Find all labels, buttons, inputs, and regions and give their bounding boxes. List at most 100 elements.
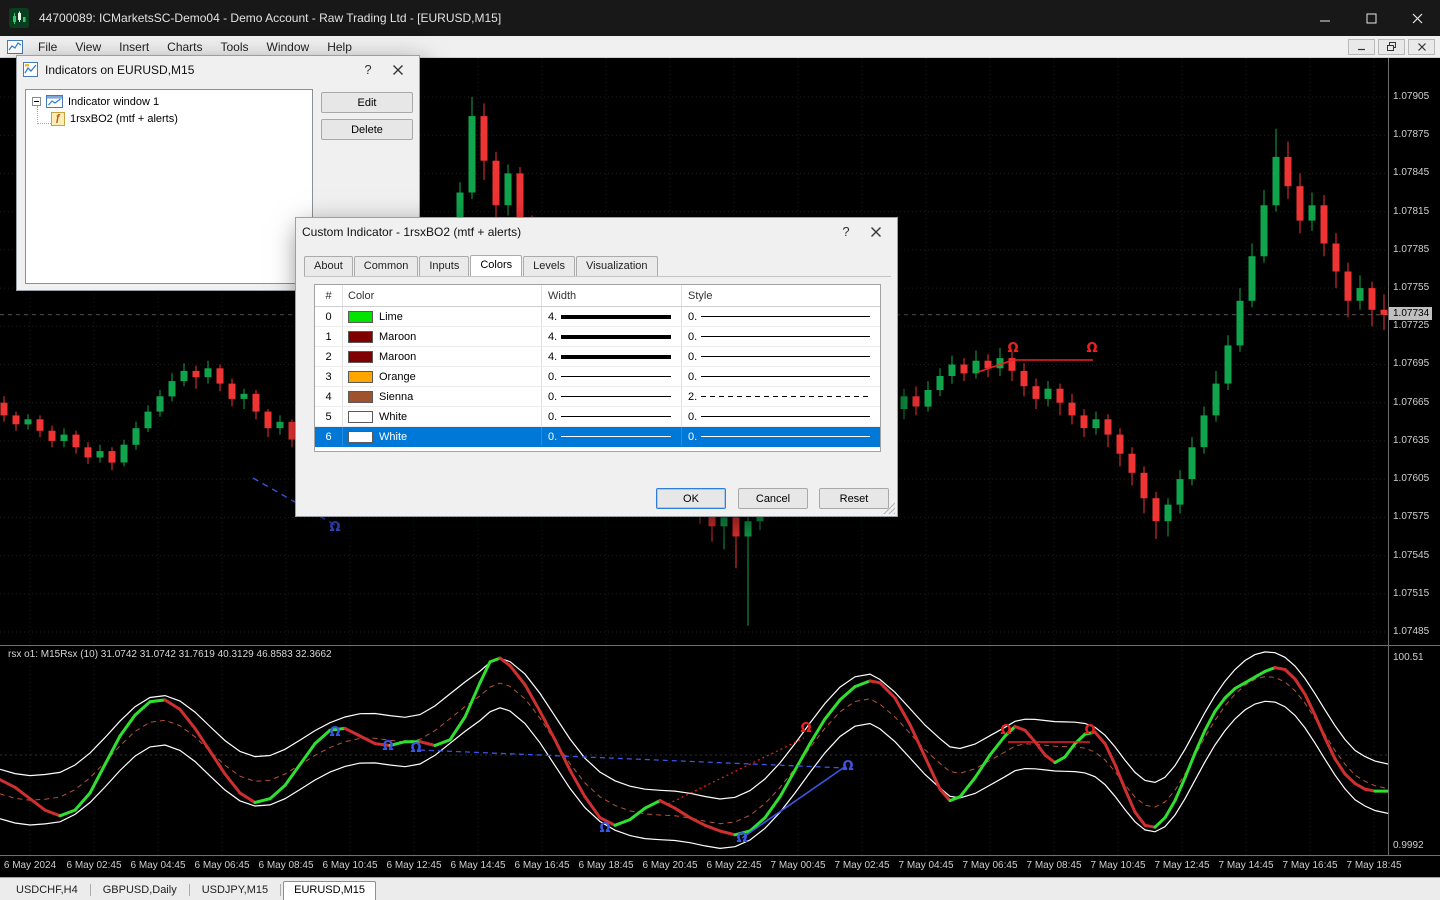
column-header-style: Style (688, 289, 713, 302)
price-label: 1.07695 (1393, 358, 1430, 370)
close-icon (393, 64, 403, 75)
chart-tab-usdjpy[interactable]: USDJPY,M15 (192, 881, 278, 900)
candle (252, 390, 260, 420)
price-axis[interactable]: 1.07905 1.07875 1.07845 1.07815 1.07785 1.077… (1389, 58, 1440, 855)
chart-tab-gbpusd[interactable]: GBPUSD,Daily (93, 881, 187, 900)
tab-inputs[interactable]: Inputs (419, 256, 470, 276)
width-cell: 0. (542, 427, 682, 446)
tab-visualization[interactable]: Visualization (575, 256, 658, 276)
color-cell: Sienna (343, 387, 542, 406)
cancel-button[interactable]: Cancel (738, 488, 808, 509)
delete-button[interactable]: Delete (321, 119, 413, 140)
tab-common[interactable]: Common (353, 256, 419, 276)
style-line-sample (701, 396, 870, 397)
price-label: 1.07755 (1393, 282, 1430, 294)
minimize-icon (1357, 48, 1365, 50)
edit-button[interactable]: Edit (321, 92, 413, 113)
alert-marker-blue: Ω (329, 520, 340, 535)
candle (168, 373, 176, 402)
dialog-close-button[interactable] (383, 59, 413, 81)
menu-items: File View Insert Charts Tools Window Help (29, 38, 361, 56)
candle (924, 381, 932, 412)
child-restore-button[interactable] (1378, 38, 1405, 55)
menu-item-file[interactable]: File (29, 38, 66, 56)
tree-item-label: 1rsxBO2 (mtf + alerts) (70, 112, 178, 125)
child-minimize-button[interactable] (1348, 38, 1375, 55)
candle (60, 428, 68, 448)
candle (1116, 428, 1124, 467)
candle (1164, 498, 1172, 537)
color-name: Maroon (379, 350, 417, 363)
candle (1104, 414, 1112, 448)
color-row-5[interactable]: 5 White 0. 0. (315, 407, 880, 427)
style-line-sample (701, 376, 870, 377)
style-line-sample (701, 316, 870, 317)
ok-button[interactable]: OK (656, 488, 726, 509)
candle (1356, 275, 1364, 310)
time-axis[interactable]: 6 May 2024 6 May 02:45 6 May 04:45 6 May 06… (0, 856, 1402, 877)
logo-candles-glyph (13, 11, 26, 24)
menu-item-charts[interactable]: Charts (158, 38, 211, 56)
close-icon (1412, 13, 1422, 23)
color-row-0[interactable]: 0 Lime 4. 0. (315, 307, 880, 327)
window-minimize-button[interactable] (1302, 0, 1348, 36)
tab-separator (280, 884, 282, 896)
color-row-1[interactable]: 1 Maroon 4. 0. (315, 327, 880, 347)
menu-item-tools[interactable]: Tools (212, 38, 258, 56)
candle (480, 103, 488, 180)
indicators-dialog-titlebar[interactable]: Indicators on EURUSD,M15 ? (17, 56, 419, 83)
tree-item-indicator[interactable]: ƒ 1rsxBO2 (mtf + alerts) (26, 105, 312, 128)
indicators-tree[interactable]: Indicator window 1 ƒ 1rsxBO2 (mtf + aler… (25, 89, 313, 284)
color-row-2[interactable]: 2 Maroon 4. 0. (315, 347, 880, 367)
candle (972, 350, 980, 379)
chart-tab-usdchf[interactable]: USDCHF,H4 (6, 881, 88, 900)
menu-item-window[interactable]: Window (258, 38, 319, 56)
tab-colors[interactable]: Colors (470, 255, 523, 277)
menu-item-help[interactable]: Help (318, 38, 361, 56)
tab-about[interactable]: About (304, 256, 353, 276)
candle (1176, 470, 1184, 514)
candle (996, 347, 1004, 376)
help-button[interactable]: ? (831, 221, 861, 243)
indicator-subwindow-canvas[interactable]: Ω Ω Ω Ω Ω Ω Ω Ω Ω (0, 646, 1388, 855)
color-row-3[interactable]: 3 Orange 0. 0. (315, 367, 880, 387)
color-swatch (348, 330, 373, 343)
price-label: 1.07665 (1393, 396, 1430, 408)
candle (216, 364, 224, 392)
style-value: 2. (688, 390, 698, 403)
chart-tab-eurusd[interactable]: EURUSD,M15 (283, 881, 377, 900)
style-line-sample (701, 416, 870, 417)
tree-item-indicator-window[interactable]: Indicator window 1 (26, 90, 312, 109)
help-button[interactable]: ? (353, 59, 383, 81)
tab-levels[interactable]: Levels (523, 256, 575, 276)
candle (468, 97, 476, 199)
menu-item-view[interactable]: View (66, 38, 110, 56)
time-label: 6 May 2024 (3, 860, 57, 871)
candle (1296, 173, 1304, 234)
window-maximize-button[interactable] (1348, 0, 1394, 36)
resize-grip[interactable] (883, 502, 895, 514)
candle (120, 439, 128, 467)
candle (1092, 411, 1100, 435)
child-close-button[interactable] (1408, 38, 1435, 55)
lower-band-line (0, 700, 1388, 850)
dialog-close-button[interactable] (861, 221, 891, 243)
candle (1188, 437, 1196, 486)
reset-button[interactable]: Reset (819, 488, 889, 509)
width-line-sample (561, 396, 671, 397)
candle (1212, 370, 1220, 422)
chart-window-icon (7, 39, 23, 54)
time-label: 6 May 04:45 (130, 860, 186, 871)
close-icon (1417, 42, 1426, 51)
candle (1248, 243, 1256, 308)
alert-marker-red: Ω (1086, 341, 1097, 356)
tree-collapse-icon[interactable] (32, 97, 41, 106)
candle (12, 411, 20, 431)
color-row-6[interactable]: 6 White 0. 0. (315, 427, 880, 447)
color-row-4[interactable]: 4 Sienna 0. 2. (315, 387, 880, 407)
menu-item-insert[interactable]: Insert (110, 38, 158, 56)
subwindow-splitter[interactable] (0, 645, 1440, 646)
custom-dialog-titlebar[interactable]: Custom Indicator - 1rsxBO2 (mtf + alerts… (296, 218, 897, 245)
window-close-button[interactable] (1394, 0, 1440, 36)
candle (960, 358, 968, 382)
